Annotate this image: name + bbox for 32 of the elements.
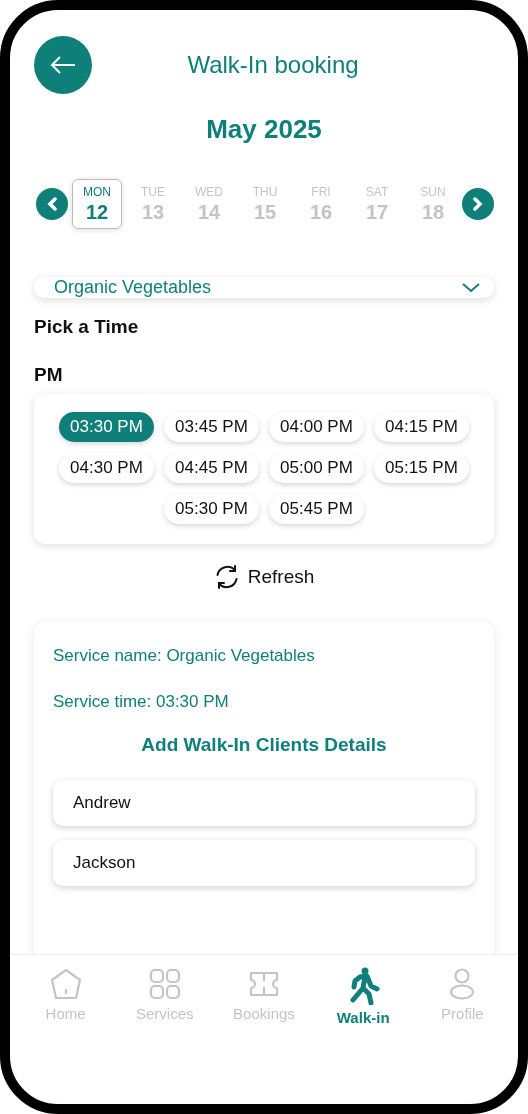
client-name-field[interactable]: Jackson <box>53 840 475 886</box>
client-name-field[interactable]: Andrew <box>53 780 475 826</box>
period-label: PM <box>34 364 64 386</box>
time-slot[interactable]: 05:15 PM <box>374 453 469 483</box>
time-slot[interactable]: 05:00 PM <box>269 453 364 483</box>
time-slot[interactable]: 04:30 PM <box>59 453 154 483</box>
chevron-left-icon <box>47 197 57 211</box>
service-dropdown[interactable]: Organic Vegetables <box>34 277 494 298</box>
time-slot[interactable]: 04:45 PM <box>164 453 259 483</box>
details-heading: Add Walk-In Clients Details <box>140 734 388 756</box>
page-title: Walk-In booking <box>186 51 360 79</box>
time-slot[interactable]: 05:30 PM <box>164 494 259 524</box>
section-label: Pick a Time <box>34 316 140 338</box>
day-item[interactable]: MON 12 <box>72 179 122 229</box>
back-arrow-icon <box>50 55 76 75</box>
nav-tab[interactable]: Walk-in <box>318 967 409 1104</box>
back-button[interactable] <box>34 36 92 94</box>
time-slot[interactable]: 05:45 PM <box>269 494 364 524</box>
chevron-right-icon <box>473 197 483 211</box>
home-icon <box>48 967 83 1001</box>
month-title: May 2025 <box>205 114 323 145</box>
refresh-button[interactable]: Refresh <box>213 564 315 590</box>
time-slot[interactable]: 03:30 PM <box>59 412 154 442</box>
time-slot[interactable]: 03:45 PM <box>164 412 259 442</box>
next-week-button[interactable] <box>462 188 494 220</box>
previous-week-button[interactable] <box>36 188 68 220</box>
service-name-text: Service name: Organic Vegetables <box>53 646 316 666</box>
grid-icon <box>147 967 182 1001</box>
time-slot[interactable]: 04:15 PM <box>374 412 469 442</box>
time-slot[interactable]: 04:00 PM <box>269 412 364 442</box>
service-time-text: Service time: 03:30 PM <box>53 692 230 712</box>
chevron-down-icon <box>462 282 480 293</box>
